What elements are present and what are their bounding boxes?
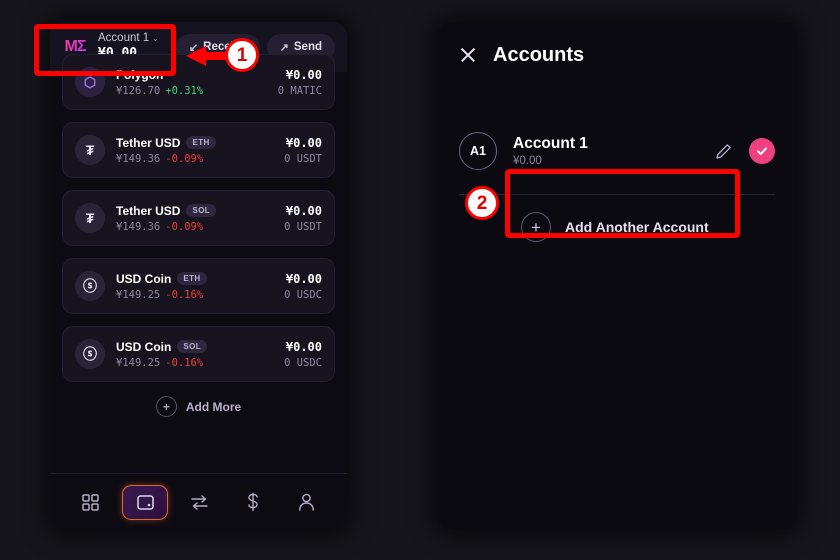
token-fiat-value: ¥0.00 xyxy=(285,67,322,82)
sheet-divider xyxy=(459,194,775,195)
add-more-button[interactable]: + Add More xyxy=(62,396,335,417)
token-change: -0.16% xyxy=(165,356,204,369)
check-icon xyxy=(757,147,767,155)
token-name-line: Polygon xyxy=(116,68,278,82)
chain-badge: ETH xyxy=(186,136,216,149)
token-change: +0.31% xyxy=(165,84,204,97)
token-name: USD Coin xyxy=(116,339,172,354)
add-another-account-label: Add Another Account xyxy=(565,219,709,235)
token-info: USD Coin SOL ¥149.25 -0.16% xyxy=(116,340,284,369)
token-info: USD Coin ETH ¥149.25 -0.16% xyxy=(116,272,284,301)
token-fiat-value: ¥0.00 xyxy=(285,339,322,354)
polygon-icon: ⬡ xyxy=(75,67,105,97)
token-row[interactable]: ₮ Tether USD SOL ¥149.36 -0.09% ¥0.00 0 USDT xyxy=(62,190,335,246)
nav-item-buy[interactable] xyxy=(231,486,275,519)
step-badge-1: 1 xyxy=(225,38,259,72)
token-row[interactable]: ₮ Tether USD ETH ¥149.36 -0.09% ¥0.00 0 USDT xyxy=(62,122,335,178)
account-name-label: Account 1 xyxy=(98,31,150,44)
add-more-label: Add More xyxy=(185,399,242,414)
tether-icon: ₮ xyxy=(75,135,105,165)
token-price: ¥126.70 xyxy=(116,84,161,97)
token-price: ¥149.25 xyxy=(116,356,161,369)
token-row[interactable]: ⓢ USD Coin SOL ¥149.25 -0.16% ¥0.00 0 USDC xyxy=(62,326,335,382)
accounts-sheet-title: Accounts xyxy=(493,43,585,66)
edit-account-button[interactable] xyxy=(711,139,735,163)
account-list-balance: ¥0.00 xyxy=(513,155,542,167)
token-change: -0.09% xyxy=(165,152,204,165)
token-name: Tether USD xyxy=(116,203,181,218)
screenshot-root: MΣ Account 1 ⌄ ¥0.00 ↙ Receive ↗ Send xyxy=(0,0,840,560)
usdcoin-icon: ⓢ xyxy=(75,271,105,301)
nav-item-dashboard[interactable] xyxy=(69,486,113,519)
accounts-sheet-header: Accounts xyxy=(437,22,797,88)
account-selector[interactable]: Account 1 ⌄ xyxy=(98,32,159,45)
account-info: Account 1 ¥0.00 xyxy=(513,135,711,167)
token-price: ¥149.36 xyxy=(116,152,161,165)
usdcoin-icon: ⓢ xyxy=(75,339,105,369)
token-price: ¥149.25 xyxy=(116,288,161,301)
pencil-icon xyxy=(715,143,731,159)
token-price-line: ¥149.25 -0.16% xyxy=(116,357,284,369)
tether-icon: ₮ xyxy=(75,203,105,233)
token-price-line: ¥149.25 -0.16% xyxy=(116,289,284,301)
chain-badge: SOL xyxy=(186,204,217,217)
token-balance: ¥0.00 0 USDT xyxy=(284,204,322,233)
plus-icon: + xyxy=(155,396,177,417)
selected-account-badge[interactable] xyxy=(749,138,775,164)
token-amount: 0 USDT xyxy=(284,220,322,233)
token-name-line: Tether USD ETH xyxy=(116,136,284,150)
token-balance: ¥0.00 0 USDT xyxy=(284,136,322,165)
token-row[interactable]: ⓢ USD Coin ETH ¥149.25 -0.16% ¥0.00 0 USDC xyxy=(62,258,335,314)
token-fiat-value: ¥0.00 xyxy=(285,135,322,150)
avatar: A1 xyxy=(459,132,497,170)
close-icon[interactable] xyxy=(459,46,477,64)
token-fiat-value: ¥0.00 xyxy=(285,203,322,218)
nav-item-wallet[interactable] xyxy=(122,484,169,520)
token-price-line: ¥149.36 -0.09% xyxy=(116,153,284,165)
chevron-down-icon: ⌄ xyxy=(152,33,159,43)
account-list-name: Account 1 xyxy=(513,135,588,152)
accounts-sheet-panel: Accounts A1 Account 1 ¥0.00 + Add Anothe… xyxy=(437,22,797,530)
token-info: Tether USD SOL ¥149.36 -0.09% xyxy=(116,204,284,233)
swap-arrows-icon xyxy=(191,494,208,510)
step-badge-2: 2 xyxy=(465,186,499,220)
token-name: Polygon xyxy=(116,67,164,82)
token-balance: ¥0.00 0 USDC xyxy=(284,272,322,301)
chain-badge: SOL xyxy=(177,340,207,353)
token-name: USD Coin xyxy=(116,271,172,286)
token-balance: ¥0.00 0 MATIC xyxy=(278,68,322,97)
token-balance: ¥0.00 0 USDC xyxy=(284,340,322,369)
grid-icon xyxy=(82,493,99,511)
token-list[interactable]: ⬡ Polygon ¥126.70 +0.31% ¥0.00 0 MATIC ₮ Tether… xyxy=(50,50,347,450)
plus-icon: + xyxy=(521,212,551,242)
token-amount: 0 USDC xyxy=(284,288,322,301)
chain-badge: ETH xyxy=(177,272,207,285)
token-name-line: USD Coin ETH xyxy=(116,272,284,286)
bottom-navigation xyxy=(50,473,347,530)
person-icon xyxy=(298,493,314,511)
token-amount: 0 USDC xyxy=(284,356,322,369)
token-amount: 0 USDT xyxy=(284,152,322,165)
token-price: ¥149.36 xyxy=(116,220,161,233)
token-amount: 0 MATIC xyxy=(277,84,322,97)
token-price-line: ¥126.70 +0.31% xyxy=(116,85,278,97)
token-info: Tether USD ETH ¥149.36 -0.09% xyxy=(116,136,284,165)
token-info: Polygon ¥126.70 +0.31% xyxy=(116,68,278,97)
dollar-icon xyxy=(248,492,258,512)
token-price-line: ¥149.36 -0.09% xyxy=(116,221,284,233)
wallet-icon xyxy=(136,494,154,510)
token-name: Tether USD xyxy=(116,135,181,150)
nav-item-profile[interactable] xyxy=(284,486,328,519)
wallet-app-panel: MΣ Account 1 ⌄ ¥0.00 ↙ Receive ↗ Send xyxy=(50,22,347,530)
token-fiat-value: ¥0.00 xyxy=(285,271,322,286)
account-list-item[interactable]: A1 Account 1 ¥0.00 xyxy=(437,120,797,182)
token-name-line: USD Coin SOL xyxy=(116,340,284,354)
token-name-line: Tether USD SOL xyxy=(116,204,284,218)
token-change: -0.09% xyxy=(165,220,204,233)
token-change: -0.16% xyxy=(165,288,204,301)
nav-item-swap[interactable] xyxy=(177,486,221,519)
